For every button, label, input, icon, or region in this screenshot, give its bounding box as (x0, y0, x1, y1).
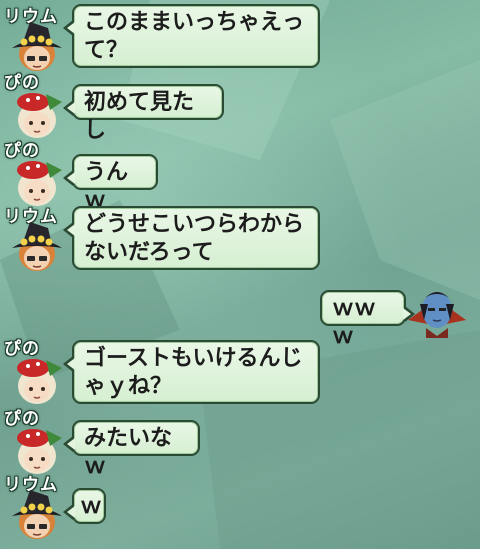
blue-demon-avatar-icon[interactable] (408, 280, 466, 338)
message-text: みたいなｗ (84, 426, 173, 479)
message-text: ｗ (80, 494, 103, 519)
bubble-tail-fill (67, 224, 75, 236)
witch-hat-avatar-icon[interactable] (8, 486, 66, 544)
chat-bubble: うんｗ (63, 154, 158, 213)
message-text: ゴーストもいけるんじ ゃｙね？ (84, 346, 303, 399)
bubble-tail-fill (403, 308, 411, 320)
bubble-tail-fill (67, 22, 75, 34)
message-text: このままいっちゃえっ て？ (84, 10, 305, 63)
chat-bubble: ゴーストもいけるんじ ゃｙね？ (63, 340, 320, 404)
background-scenery (0, 0, 480, 549)
red-beret-avatar-icon[interactable] (8, 84, 66, 142)
bubble-tail-fill (67, 358, 75, 370)
red-beret-avatar-icon[interactable] (8, 350, 66, 408)
bubble-tail-fill (67, 172, 75, 184)
chat-bubble: ｗ (63, 488, 106, 524)
chat-bubble: どうせこいつらわから ないだろって (63, 206, 320, 270)
message-text: どうせこいつらわから ないだろって (84, 212, 305, 265)
chat-bubble: ｗｗｗ (320, 290, 415, 349)
witch-hat-avatar-icon[interactable] (8, 218, 66, 276)
bubble-tail-fill (67, 506, 75, 518)
chat-bubble: このままいっちゃえっ て？ (63, 4, 320, 68)
bubble-tail-fill (67, 438, 75, 450)
message-text: 初めて見たし (84, 90, 195, 143)
message-text: ｗｗｗ (332, 296, 377, 349)
chat-bubble: みたいなｗ (63, 420, 200, 479)
chat-bubble: 初めて見たし (63, 84, 224, 143)
bubble-tail-fill (67, 102, 75, 114)
